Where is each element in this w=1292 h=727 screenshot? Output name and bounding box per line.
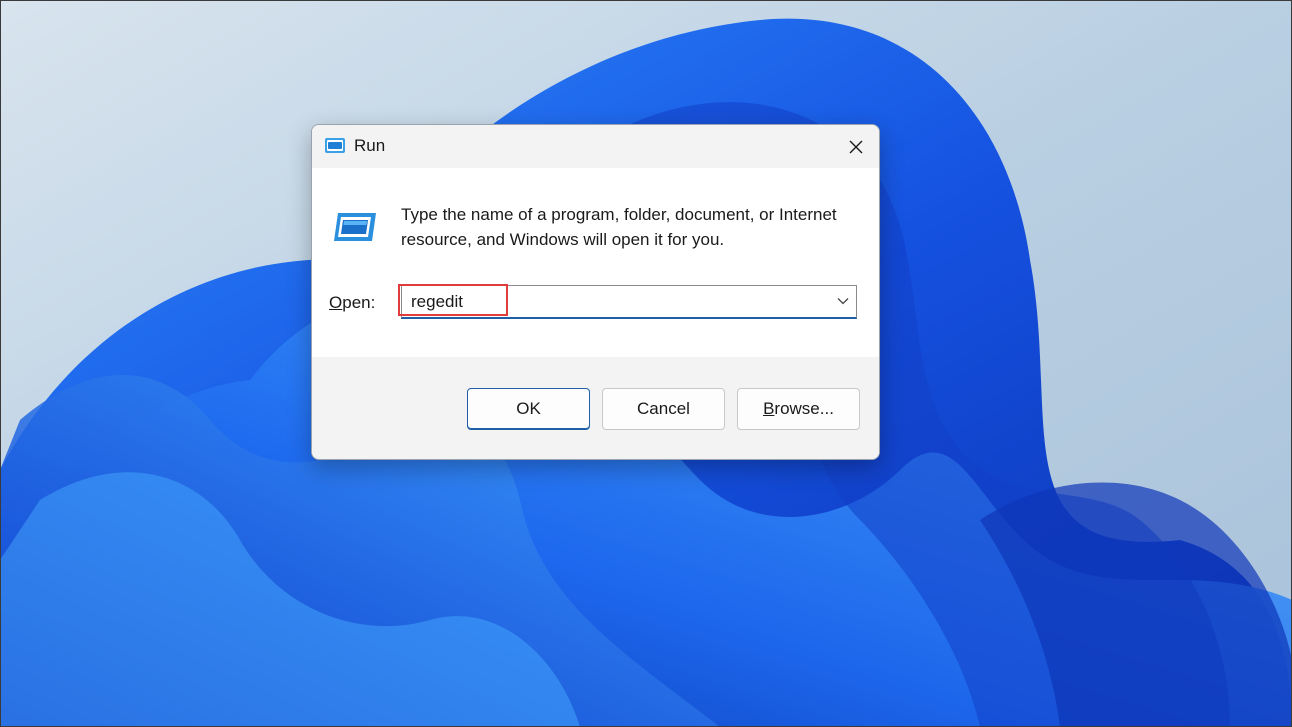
button-bar: OK Cancel Browse... (312, 357, 879, 459)
close-button[interactable] (833, 125, 879, 168)
browse-label-rest: rowse... (774, 399, 834, 418)
chevron-down-icon[interactable] (836, 296, 850, 306)
window-title: Run (354, 136, 386, 155)
run-icon (325, 138, 345, 153)
open-label-mnemonic: O (329, 293, 343, 312)
open-combobox[interactable] (401, 285, 857, 319)
title-bar[interactable]: Run (312, 125, 879, 168)
open-input[interactable] (402, 286, 822, 318)
browse-mnemonic: B (763, 399, 775, 418)
open-label: Open: (329, 293, 375, 313)
dialog-description: Type the name of a program, folder, docu… (401, 205, 837, 249)
dialog-content: Type the name of a program, folder, docu… (312, 168, 879, 357)
run-app-icon (334, 213, 376, 241)
browse-button[interactable]: Browse... (737, 388, 860, 430)
run-dialog: Run Type the name of a program, folder, … (311, 124, 880, 460)
close-icon (849, 140, 863, 153)
cancel-button[interactable]: Cancel (602, 388, 725, 430)
open-label-rest: pen: (342, 293, 376, 312)
ok-button[interactable]: OK (467, 388, 590, 430)
